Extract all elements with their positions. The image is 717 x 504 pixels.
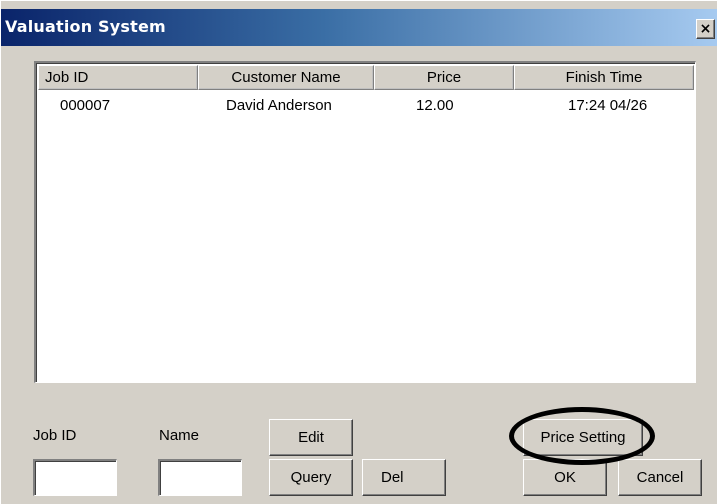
- cell-finish-time: 17:24 04/26: [568, 97, 648, 114]
- list-item[interactable]: 000007 David Anderson 12.00 17:24 04/26: [38, 97, 695, 119]
- name-field[interactable]: [158, 459, 242, 496]
- title-bar: Valuation System ×: [1, 9, 717, 46]
- column-header-job-id[interactable]: Job ID: [38, 65, 198, 90]
- jobs-list-view[interactable]: Job ID Customer Name Price Finish Time 0…: [34, 61, 696, 383]
- close-icon[interactable]: ×: [696, 19, 715, 39]
- job-id-field[interactable]: [33, 459, 117, 496]
- edit-button[interactable]: Edit: [269, 419, 353, 456]
- list-header: Job ID Customer Name Price Finish Time: [38, 65, 695, 90]
- price-setting-button[interactable]: Price Setting: [523, 419, 643, 456]
- column-header-customer-name[interactable]: Customer Name: [198, 65, 374, 90]
- cell-job-id: 000007: [60, 97, 111, 114]
- query-button[interactable]: Query: [269, 459, 353, 496]
- cancel-button[interactable]: Cancel: [618, 459, 702, 496]
- cell-customer-name: David Anderson: [226, 97, 332, 114]
- window-title: Valuation System: [5, 17, 166, 36]
- del-button[interactable]: Del: [362, 459, 446, 496]
- name-label: Name: [159, 427, 200, 444]
- column-header-price[interactable]: Price: [374, 65, 514, 90]
- job-id-label: Job ID: [33, 427, 77, 444]
- job-id-input[interactable]: [35, 461, 116, 495]
- column-header-finish-time[interactable]: Finish Time: [514, 65, 694, 90]
- cell-price: 12.00: [416, 97, 454, 114]
- ok-button[interactable]: OK: [523, 459, 607, 496]
- name-input[interactable]: [160, 461, 241, 495]
- valuation-system-dialog: Valuation System × Job ID Customer Name …: [0, 0, 717, 504]
